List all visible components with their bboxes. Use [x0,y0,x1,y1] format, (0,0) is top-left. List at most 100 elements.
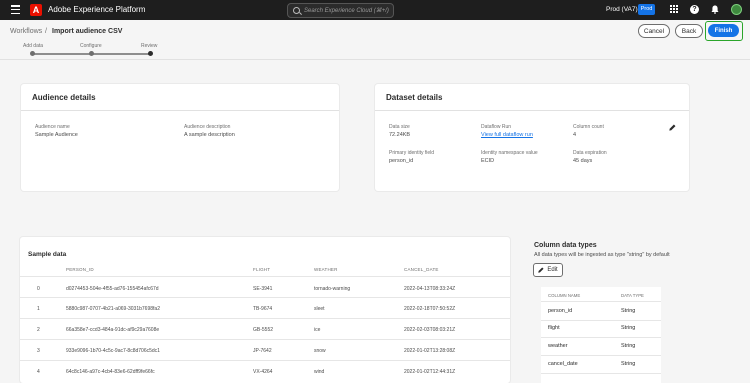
cell-flight: TB-9674 [253,306,273,312]
data-expiration-value: 45 days [573,158,593,164]
step-label-add-data: Add data [23,43,44,49]
column-name: weather [548,343,568,349]
data-size-label: Data size [389,124,410,130]
column-count-label: Column count [573,124,604,130]
cancel-button[interactable]: Cancel [638,24,670,38]
step-dot-add-data [30,51,35,56]
row-divider [20,297,510,298]
data-type: String [621,325,636,331]
cell-weather: ice [314,327,321,333]
app-title[interactable]: Adobe Experience Platform [48,5,145,14]
adobe-logo[interactable]: A [30,4,42,16]
identity-namespace-label: Identity namespace value [481,150,538,156]
row-divider [20,318,510,319]
cell-flight: VX-4264 [253,369,273,375]
env-badge[interactable]: Prod [638,4,655,15]
data-expiration-label: Data expiration [573,150,607,156]
audience-description-value: A sample description [184,132,235,138]
column-header-person-id: PERSON_ID [66,267,94,272]
primary-identity-label: Primary identity field [389,150,435,156]
avatar[interactable] [731,4,742,15]
data-type-header: DATA TYPE [621,293,644,298]
search-placeholder: Search Experience Cloud (⌘+/) [304,8,389,14]
header-divider [541,301,661,302]
step-dot-configure [89,51,94,56]
data-size-value: 72.24KB [389,132,411,138]
org-switcher[interactable]: Prod (VA7) [606,6,638,13]
pencil-icon [538,267,544,273]
step-dot-review [148,51,153,56]
column-data-types-subtitle: All data types will be ingested as type … [534,252,670,258]
card-divider [21,110,339,111]
search-input[interactable]: Search Experience Cloud (⌘+/) [287,3,394,18]
audience-description-label: Audience description [184,124,231,130]
step-label-review: Review [141,43,158,49]
help-icon[interactable]: ? [690,5,699,14]
edit-button[interactable]: Edit [533,263,563,277]
row-divider [541,337,661,338]
audience-name-label: Audience name [35,124,70,130]
primary-identity-value: person_id [389,158,414,164]
cell-flight: JP-7642 [253,348,272,354]
table-header-divider [20,276,510,277]
row-index: 0 [37,286,40,292]
breadcrumb-separator: / [45,28,47,35]
apps-grid-icon[interactable] [670,5,678,13]
cell-person-id: 64c8c146-a97c-4cb4-83e6-62dff9fe66fc [66,369,155,375]
sample-data-title: Sample data [28,251,67,258]
dataset-details-title: Dataset details [386,93,443,102]
page-title: Import audience CSV [52,28,123,35]
row-index: 2 [37,327,40,333]
row-divider [20,360,510,361]
column-name: person_id [548,308,573,314]
row-index: 1 [37,306,40,312]
cell-weather: sleet [314,306,325,312]
top-bar: A Adobe Experience Platform Search Exper… [0,0,750,20]
bell-icon[interactable] [711,5,719,14]
identity-namespace-value: ECID [481,158,495,164]
back-button[interactable]: Back [675,24,703,38]
menu-icon[interactable] [11,5,20,14]
cell-flight: SE-3941 [253,286,273,292]
dataflow-run-link[interactable]: View full dataflow run [481,132,533,138]
column-name-header: COLUMN NAME [548,293,581,298]
breadcrumb-workflows[interactable]: Workflows [10,28,42,35]
cell-weather: tornado-warning [314,286,351,292]
cell-cancel-date: 2022-02-03T08:03:21Z [404,327,456,333]
row-index: 3 [37,348,40,354]
dataflow-run-label: Dataflow Run [481,124,512,130]
audience-details-title: Audience details [32,93,96,102]
row-divider [541,320,661,321]
row-divider [541,355,661,356]
cell-flight: GB-5552 [253,327,274,333]
column-data-types-title: Column data types [534,242,597,249]
cell-weather: snow [314,348,326,354]
column-count-value: 4 [573,132,577,138]
cell-weather: wind [314,369,325,375]
edit-label: Edit [547,267,558,273]
column-name: flight [548,325,560,331]
data-type: String [621,308,636,314]
cell-person-id: 5880c987-0707-4b21-a069-3031b7698fa2 [66,306,160,312]
finish-button[interactable]: Finish [708,24,739,37]
cell-person-id: d0274453-504e-4f55-ad76-155454afc67d [66,286,159,292]
row-divider [20,339,510,340]
data-type: String [621,343,636,349]
cell-cancel-date: 2022-01-02T13:28:08Z [404,348,456,354]
cell-person-id: 933e9096-1b70-4c5c-9ac7-8c8d706c5dc1 [66,348,160,354]
finish-highlight: Finish [705,21,743,41]
column-header-weather: WEATHER [314,267,338,272]
step-label-configure: Configure [80,43,102,49]
data-type: String [621,361,636,367]
column-header-flight: FLIGHT [253,267,271,272]
cell-cancel-date: 2022-02-18T07:50:52Z [404,306,456,312]
row-index: 4 [37,369,40,375]
column-types-table: COLUMN NAME DATA TYPE person_id String f… [541,287,661,383]
column-header-cancel-date: CANCEL_DATE [404,267,439,272]
search-icon [293,7,300,14]
card-divider [375,110,689,111]
cell-cancel-date: 2022-01-02T12:44:31Z [404,369,456,375]
cell-person-id: 66a358e7-ccd3-484a-91dc-af9c29a7608e [66,327,160,333]
pencil-icon[interactable] [669,124,676,131]
row-divider [541,373,661,374]
